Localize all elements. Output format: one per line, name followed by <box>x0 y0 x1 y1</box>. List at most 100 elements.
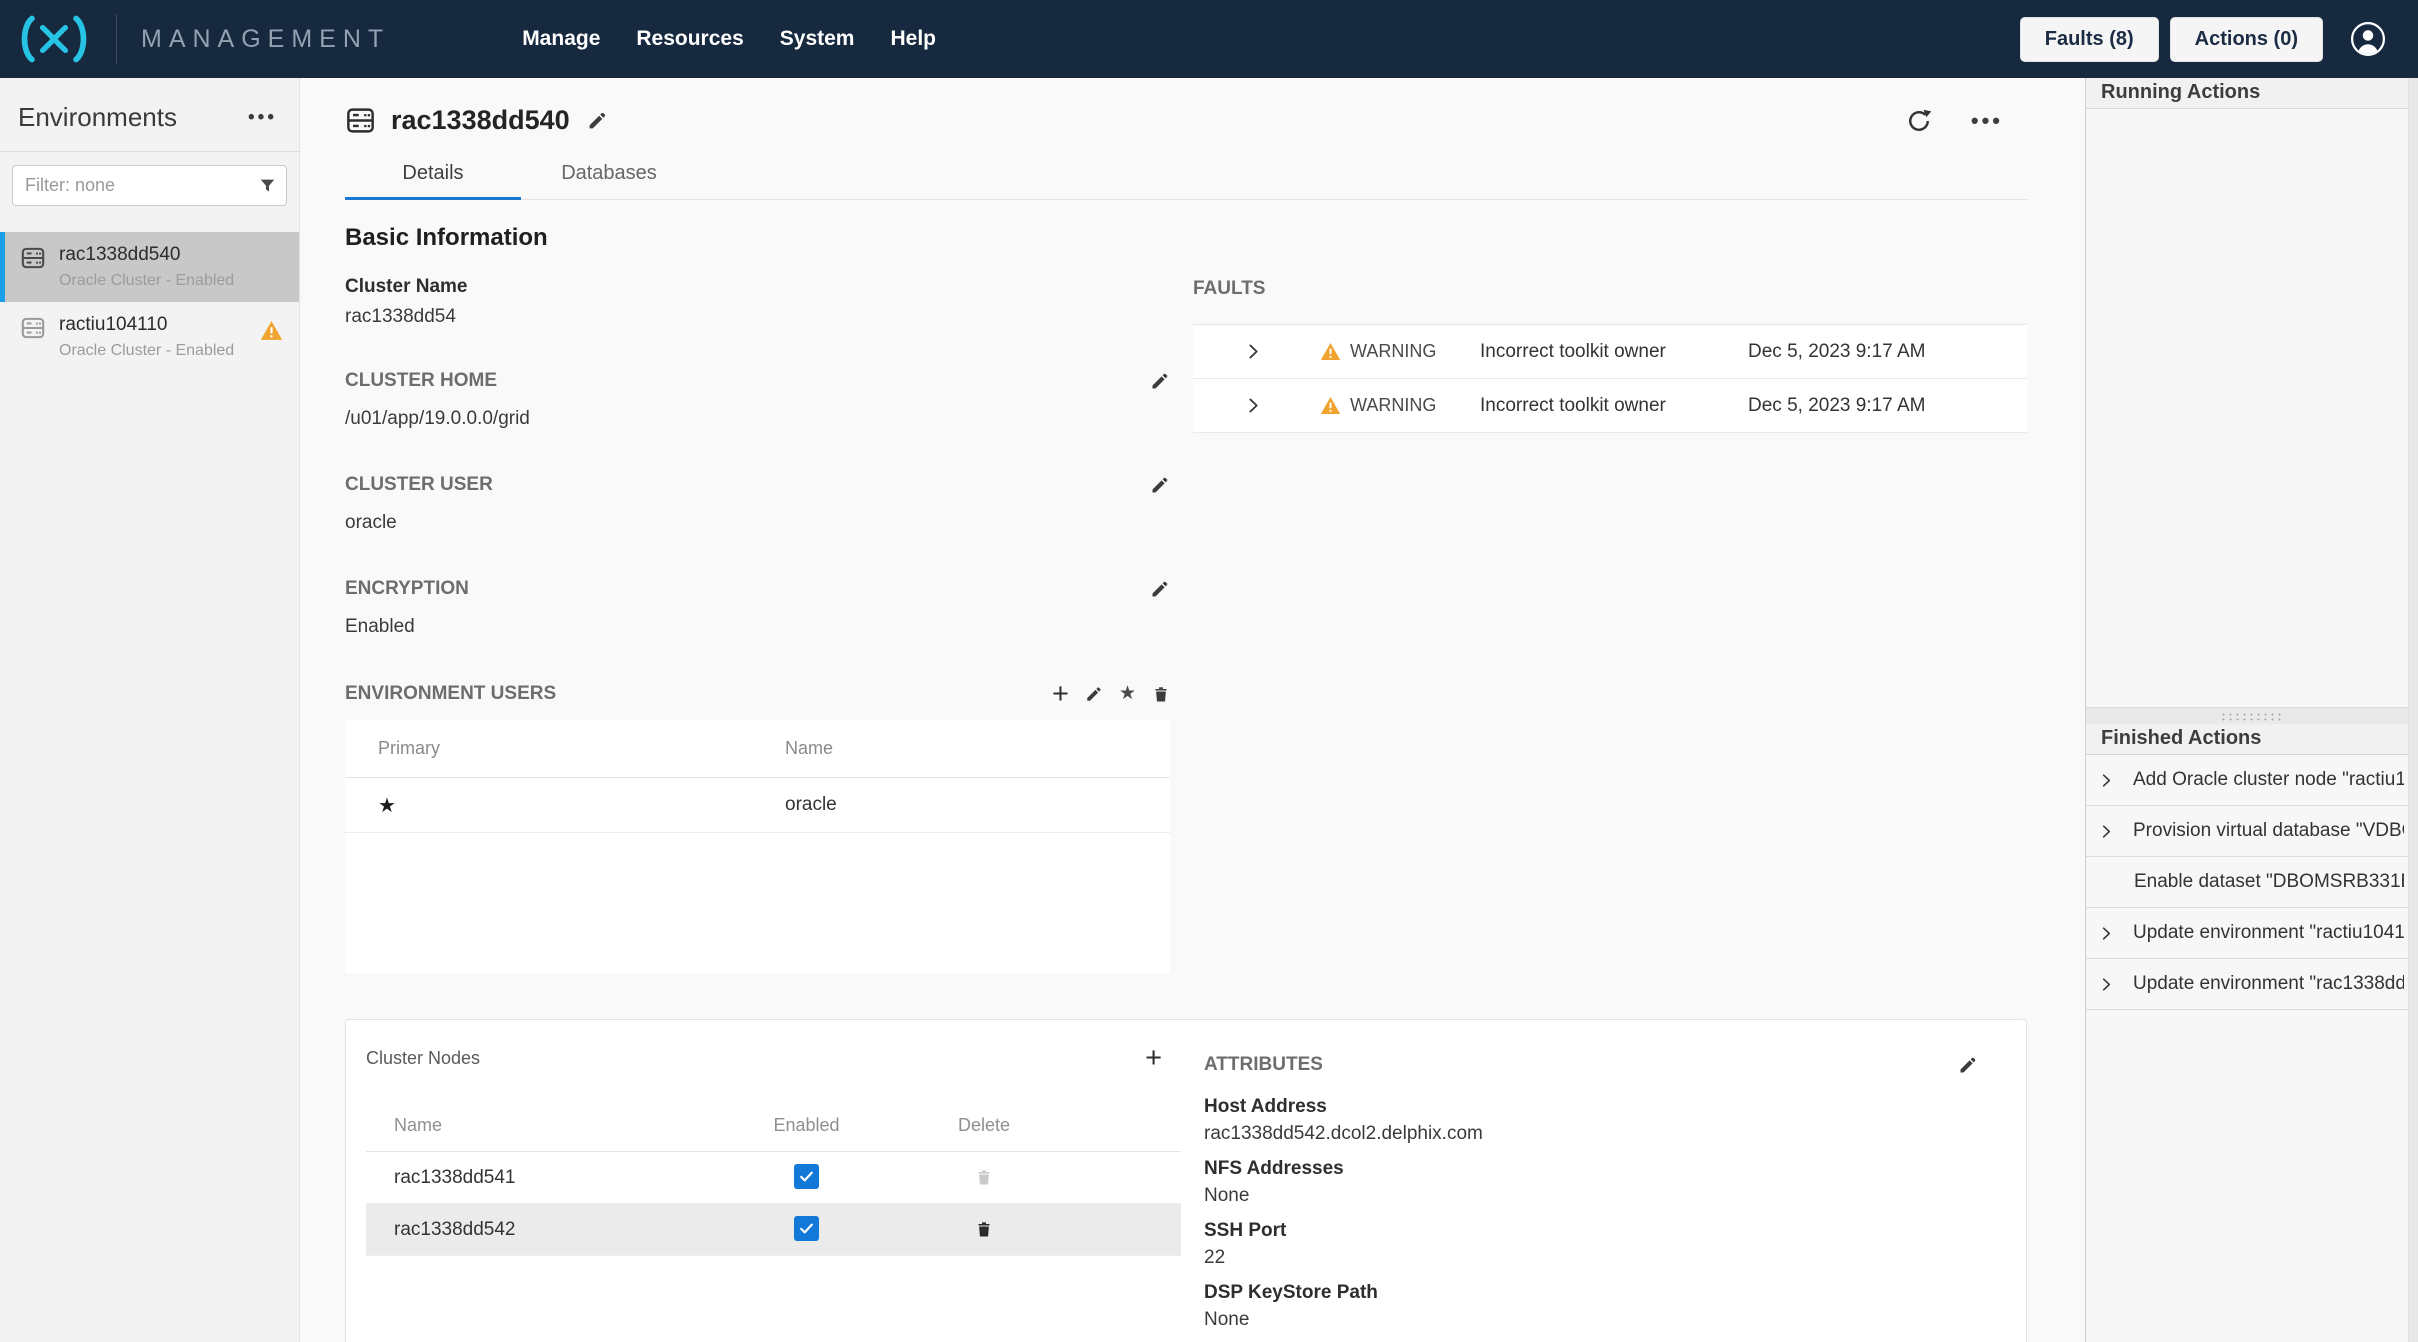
environment-detail-panel: rac1338dd540 ••• Details Databases Basic… <box>300 78 2085 1342</box>
warning-icon <box>1320 342 1341 361</box>
finished-action-item[interactable]: Update environment "rac1338dd54… <box>2086 959 2418 1010</box>
actions-panel: Running Actions Finished Actions Add Ora… <box>2085 78 2418 1342</box>
action-label: Update environment "ractiu104110". <box>2133 922 2404 944</box>
running-actions-list <box>2086 109 2418 707</box>
column-header-delete: Delete <box>889 1115 1079 1136</box>
warning-icon <box>260 320 283 341</box>
environment-type: Oracle Cluster - Enabled <box>59 342 234 360</box>
cluster-nodes-label: Cluster Nodes <box>366 1048 480 1069</box>
node-name: rac1338dd541 <box>394 1167 724 1189</box>
table-row[interactable]: ★ oracle <box>345 778 1170 833</box>
cluster-home-value: /u01/app/19.0.0.0/grid <box>345 408 1170 430</box>
primary-star-icon: ★ <box>378 793 785 818</box>
environment-type: Oracle Cluster - Enabled <box>59 272 234 290</box>
fault-severity: WARNING <box>1350 341 1436 362</box>
attributes-label: ATTRIBUTES <box>1204 1054 1323 1076</box>
main-menu: Manage Resources System Help <box>522 27 936 51</box>
sidebar-menu-icon[interactable]: ••• <box>248 107 277 129</box>
basic-information-column: Basic Information Cluster Name rac1338dd… <box>345 224 1170 973</box>
node-name: rac1338dd542 <box>394 1219 724 1241</box>
expand-chevron-icon[interactable] <box>1245 343 1262 360</box>
action-label: Provision virtual database "VDBO_… <box>2133 820 2404 842</box>
delete-node-icon <box>975 1168 993 1187</box>
add-user-icon[interactable]: + <box>1052 682 1069 706</box>
cluster-user-value: oracle <box>345 512 1170 534</box>
enabled-checkbox[interactable] <box>794 1216 819 1241</box>
environment-list-item[interactable]: ractiu104110 Oracle Cluster - Enabled <box>0 302 299 372</box>
expand-chevron-icon[interactable] <box>2099 824 2114 839</box>
edit-encryption-icon[interactable] <box>1150 579 1170 599</box>
nav-item-resources[interactable]: Resources <box>636 27 743 51</box>
nfs-addresses-value: None <box>1204 1185 1978 1207</box>
panel-splitter[interactable] <box>2086 707 2418 724</box>
column-header-name: Name <box>394 1115 724 1136</box>
user-name: oracle <box>785 794 1170 816</box>
environment-filter-input[interactable] <box>12 165 287 206</box>
ssh-port-value: 22 <box>1204 1247 1978 1269</box>
environment-users-label: ENVIRONMENT USERS <box>345 683 556 705</box>
filter-funnel-icon[interactable] <box>258 176 277 195</box>
page-menu-icon[interactable]: ••• <box>1971 108 2003 134</box>
nav-item-help[interactable]: Help <box>890 27 936 51</box>
finished-actions-header: Finished Actions <box>2086 724 2418 755</box>
nav-item-system[interactable]: System <box>780 27 855 51</box>
dsp-keystore-path-value: None <box>1204 1309 1978 1331</box>
vertical-scrollbar[interactable] <box>2408 78 2418 1342</box>
edit-attributes-icon[interactable] <box>1958 1055 1978 1075</box>
edit-title-icon[interactable] <box>587 110 608 131</box>
delete-node-icon[interactable] <box>975 1220 993 1239</box>
actions-button[interactable]: Actions (0) <box>2170 17 2323 62</box>
add-cluster-node-icon[interactable]: + <box>1145 1046 1162 1070</box>
host-address-value: rac1338dd542.dcol2.delphix.com <box>1204 1123 1978 1145</box>
fault-date: Dec 5, 2023 9:17 AM <box>1748 341 2027 363</box>
brand-title: MANAGEMENT <box>141 25 390 54</box>
faults-table: WARNING Incorrect toolkit owner Dec 5, 2… <box>1193 324 2027 433</box>
faults-label: FAULTS <box>1193 278 2027 300</box>
table-row[interactable]: rac1338dd542 <box>366 1204 1181 1256</box>
expand-chevron-icon[interactable] <box>2099 926 2114 941</box>
panel-filler <box>2086 1010 2418 1342</box>
action-label: Enable dataset "DBOMSRB331B3". <box>2134 871 2404 893</box>
expand-chevron-icon[interactable] <box>2099 773 2114 788</box>
table-row[interactable]: rac1338dd541 <box>366 1152 1181 1204</box>
column-header-primary: Primary <box>378 738 785 759</box>
edit-cluster-user-icon[interactable] <box>1150 475 1170 495</box>
cluster-name-value: rac1338dd54 <box>345 306 1170 328</box>
tab-databases[interactable]: Databases <box>521 162 697 199</box>
fault-date: Dec 5, 2023 9:17 AM <box>1748 395 2027 417</box>
delphix-logo-icon <box>16 14 92 64</box>
finished-action-item[interactable]: Enable dataset "DBOMSRB331B3". <box>2086 857 2418 908</box>
finished-action-item[interactable]: Provision virtual database "VDBO_… <box>2086 806 2418 857</box>
delete-user-icon[interactable] <box>1152 685 1170 704</box>
fault-row[interactable]: WARNING Incorrect toolkit owner Dec 5, 2… <box>1193 379 2027 433</box>
expand-chevron-icon[interactable] <box>1245 397 1262 414</box>
nav-item-manage[interactable]: Manage <box>522 27 600 51</box>
enabled-checkbox[interactable] <box>794 1164 819 1189</box>
top-navbar: MANAGEMENT Manage Resources System Help … <box>0 0 2418 78</box>
fault-title: Incorrect toolkit owner <box>1480 341 1748 363</box>
page-title: rac1338dd540 <box>391 105 570 136</box>
running-actions-header: Running Actions <box>2086 78 2418 109</box>
fault-row[interactable]: WARNING Incorrect toolkit owner Dec 5, 2… <box>1193 325 2027 379</box>
finished-action-item[interactable]: Add Oracle cluster node "ractiu104… <box>2086 755 2418 806</box>
faults-column: FAULTS WARNING Incorrect toolkit owner D… <box>1193 224 2027 973</box>
fault-severity: WARNING <box>1350 395 1436 416</box>
finished-action-item[interactable]: Update environment "ractiu104110". <box>2086 908 2418 959</box>
tab-details[interactable]: Details <box>345 162 521 199</box>
expand-chevron-icon[interactable] <box>2099 977 2114 992</box>
environment-list-item[interactable]: rac1338dd540 Oracle Cluster - Enabled <box>0 232 299 302</box>
set-primary-user-icon[interactable]: ★ <box>1119 684 1136 704</box>
action-label: Update environment "rac1338dd54… <box>2133 973 2404 995</box>
environment-users-table: Primary Name ★ oracle <box>345 720 1170 973</box>
refresh-icon[interactable] <box>1905 107 1933 135</box>
environment-list: rac1338dd540 Oracle Cluster - Enabled ra… <box>0 232 299 372</box>
action-label: Add Oracle cluster node "ractiu104… <box>2133 769 2404 791</box>
encryption-label: ENCRYPTION <box>345 578 469 600</box>
user-profile-icon[interactable] <box>2350 21 2386 57</box>
edit-user-icon[interactable] <box>1085 685 1103 703</box>
section-heading: Basic Information <box>345 224 1170 252</box>
cluster-name-label: Cluster Name <box>345 276 1170 298</box>
faults-button[interactable]: Faults (8) <box>2020 17 2159 62</box>
encryption-value: Enabled <box>345 616 1170 638</box>
edit-cluster-home-icon[interactable] <box>1150 371 1170 391</box>
